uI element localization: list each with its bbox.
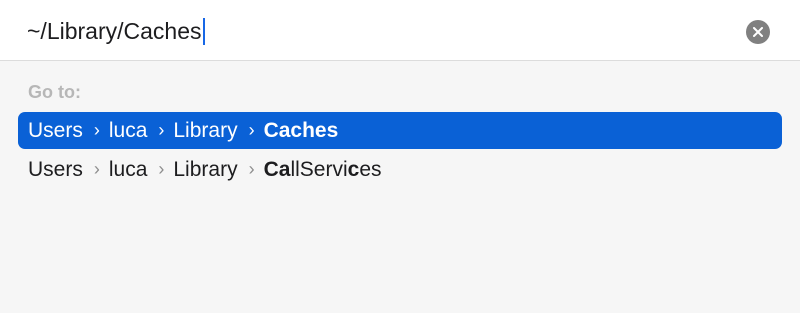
path-segment: Library	[173, 157, 238, 181]
path-segment: Library	[173, 118, 238, 142]
match-plain: llServi	[290, 157, 348, 181]
close-icon	[753, 27, 763, 37]
path-input-bar: ~/Library/Caches	[0, 0, 800, 61]
chevron-right-icon: ›	[248, 158, 255, 179]
chevron-right-icon: ›	[93, 158, 100, 179]
go-to-folder-panel: ~/Library/Caches Go to: Users › luca › L…	[0, 0, 800, 313]
result-row-caches[interactable]: Users › luca › Library › Caches	[18, 112, 782, 149]
path-input-text: ~/Library/Caches	[27, 18, 202, 44]
clear-button[interactable]	[746, 20, 770, 44]
path-segment: luca	[108, 157, 148, 181]
path-segment: Users	[28, 118, 83, 142]
chevron-right-icon: ›	[248, 119, 255, 140]
match-highlight: Ca	[263, 157, 291, 181]
go-to-label: Go to:	[28, 82, 81, 102]
chevron-right-icon: ›	[158, 158, 165, 179]
chevron-right-icon: ›	[93, 119, 100, 140]
text-cursor	[202, 17, 205, 45]
path-segment-match: Caches	[263, 118, 339, 142]
match-plain: es	[359, 157, 382, 181]
path-input-field[interactable]: ~/Library/Caches	[27, 16, 205, 46]
path-segment-last: CallServices	[264, 157, 382, 183]
path-segment: luca	[108, 118, 148, 142]
path-segment: Users	[28, 157, 83, 181]
match-highlight: c	[347, 157, 360, 181]
chevron-right-icon: ›	[158, 119, 165, 140]
result-row-callservices[interactable]: Users › luca › Library › CallServices	[18, 151, 782, 188]
